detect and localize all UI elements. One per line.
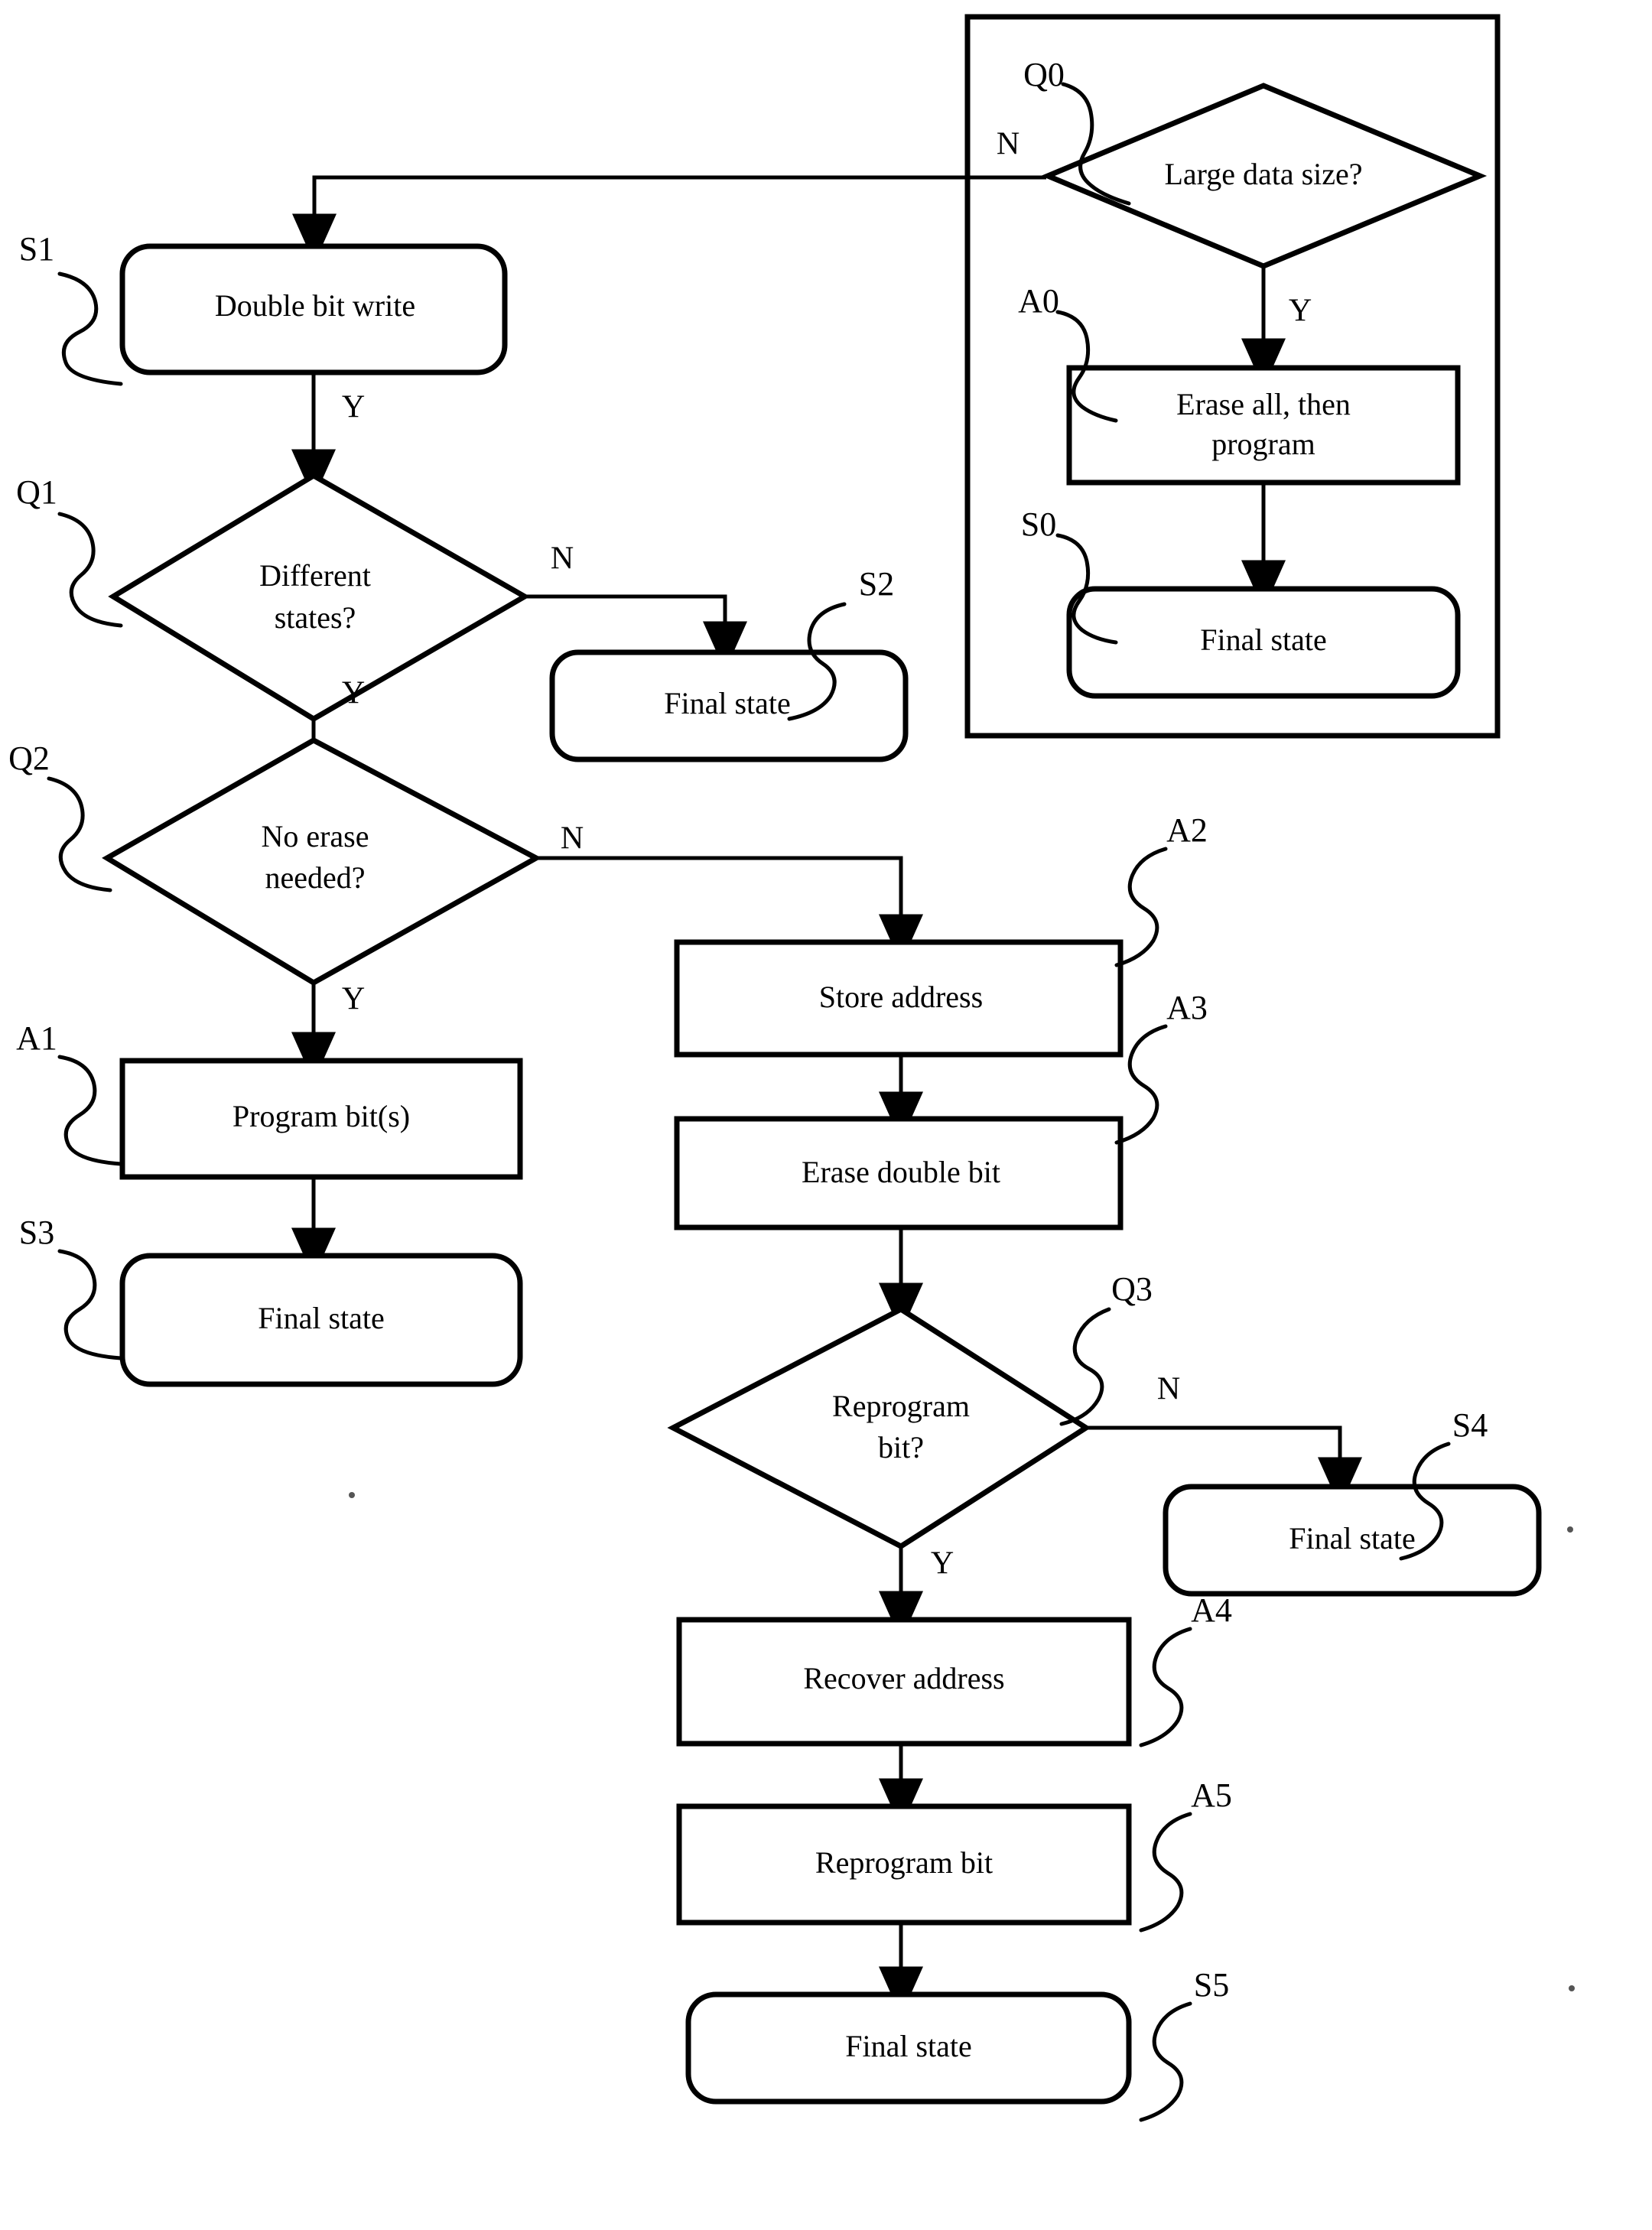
ref-label-q3: Q3 — [1111, 1270, 1153, 1308]
flowchart-page: Large data size? Erase all, then program… — [0, 0, 1652, 2230]
leader-a5 — [1139, 1812, 1192, 1933]
leader-q3 — [1059, 1307, 1111, 1426]
ref-label-s5: S5 — [1194, 1966, 1229, 2004]
branch-label-q1-yes: Y — [342, 676, 365, 711]
node-q3-label-line2: bit? — [878, 1430, 924, 1464]
node-s2-label: Final state — [664, 686, 791, 720]
leader-q2 — [47, 776, 112, 892]
branch-label-q3-yes: Y — [931, 1546, 954, 1581]
branch-label-q1-no: N — [551, 541, 574, 577]
scan-speck — [349, 1492, 355, 1498]
leader-s5 — [1139, 2001, 1192, 2122]
leader-a3 — [1114, 1024, 1168, 1145]
edge-q0-no-to-s1 — [292, 175, 1046, 264]
leader-a1 — [57, 1055, 123, 1166]
ref-label-a5: A5 — [1191, 1777, 1232, 1814]
branch-label-q0-yes: Y — [1289, 294, 1312, 329]
node-a2-label: Store address — [819, 980, 983, 1014]
node-q2-label-line1: No erase — [261, 819, 369, 853]
ref-label-a0: A0 — [1018, 282, 1059, 320]
node-q1-diamond[interactable] — [108, 472, 531, 723]
ref-label-s3: S3 — [19, 1214, 54, 1251]
flowchart-canvas: Large data size? Erase all, then program… — [8, 14, 1575, 2122]
ref-label-s0: S0 — [1021, 505, 1056, 543]
node-q0-label: Large data size? — [1164, 157, 1362, 191]
leader-a4 — [1139, 1627, 1192, 1747]
edge-q3-no-to-s4 — [1086, 1425, 1362, 1507]
node-a4-label: Recover address — [803, 1661, 1004, 1695]
node-a0-label-line1: Erase all, then — [1176, 387, 1351, 421]
leader-a2 — [1114, 847, 1168, 967]
node-a5-label: Reprogram bit — [815, 1845, 993, 1880]
branch-label-q2-yes: Y — [342, 982, 365, 1017]
node-s0-label: Final state — [1200, 623, 1327, 657]
node-q3-diamond[interactable] — [667, 1305, 1091, 1550]
leader-q1 — [57, 512, 123, 628]
ref-label-q2: Q2 — [8, 740, 50, 777]
node-q1-label-line1: Different — [259, 558, 371, 593]
node-s4-label: Final state — [1289, 1521, 1416, 1555]
node-a0-label-line2: program — [1211, 427, 1315, 461]
leader-s3 — [57, 1249, 123, 1360]
node-q3-label-line1: Reprogram — [832, 1389, 970, 1423]
leader-s1 — [57, 271, 123, 386]
ref-label-s1: S1 — [19, 230, 54, 268]
node-s1-label: Double bit write — [215, 288, 415, 323]
branch-label-s1-yes: Y — [342, 390, 365, 425]
branch-label-q3-no: N — [1157, 1372, 1180, 1407]
branch-label-q0-no: N — [997, 127, 1019, 162]
ref-label-q1: Q1 — [16, 473, 57, 511]
ref-label-s2: S2 — [859, 565, 894, 603]
edge-q2-no-to-a2 — [536, 856, 923, 964]
scan-speck — [1567, 1526, 1573, 1533]
edge-q1-no-to-s2 — [525, 594, 747, 671]
node-s5-label: Final state — [845, 2029, 972, 2063]
node-s3-label: Final state — [258, 1301, 385, 1335]
node-a0-rect[interactable] — [1066, 365, 1461, 486]
node-a1-label: Program bit(s) — [233, 1099, 410, 1133]
branch-label-q2-no: N — [561, 821, 584, 857]
ref-label-a2: A2 — [1166, 811, 1208, 849]
ref-label-a3: A3 — [1166, 989, 1208, 1026]
node-a3-label: Erase double bit — [802, 1155, 1000, 1189]
ref-label-q0: Q0 — [1023, 56, 1065, 93]
node-q1-label-line2: states? — [275, 600, 356, 635]
node-q2-label-line2: needed? — [265, 860, 365, 895]
scan-speck — [1569, 1985, 1575, 1991]
ref-label-s4: S4 — [1452, 1406, 1488, 1444]
ref-label-a1: A1 — [16, 1019, 57, 1057]
ref-label-a4: A4 — [1191, 1591, 1232, 1629]
